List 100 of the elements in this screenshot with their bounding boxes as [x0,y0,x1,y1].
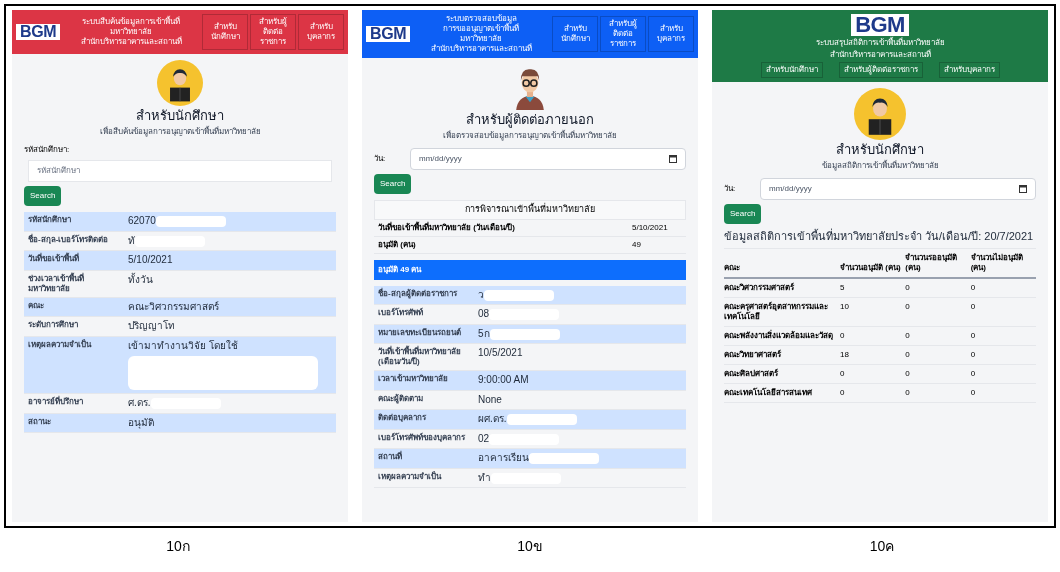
table-cell: 10 [840,298,906,327]
row-label: เวลาเข้ามหาวิทยาลัย [378,374,449,385]
row-label: วันที่ขอเข้าพื้นที่มหาวิทยาลัย (วัน/เดือน/ปี) [378,221,515,234]
field-label: วัน: [724,183,737,196]
nav-button[interactable]: สำหรับผู้ติดต่อราชการ [600,16,646,52]
row-value: อนุมัติ [128,416,154,430]
student-id-field[interactable]: รหัสนักศึกษา [28,160,332,183]
search-button[interactable]: Search [724,204,762,225]
row-label: วันที่เข้าพื้นที่มหาวิทยาลัย (เดือน/วัน/ปี) [378,347,462,368]
row-value: 5/10/2021 [632,221,669,234]
site-title: สำนักบริหารอาคารและสถานที่ [430,44,532,54]
nav-button[interactable]: สำหรับนักศึกษา [760,62,823,78]
table-cell: คณะศิลปศาสตร์ [724,365,840,384]
logo: BGM [851,14,909,36]
date-field[interactable]: mm/dd/yyyy [410,148,686,171]
table-cell: 0 [905,346,971,365]
row-value: 10/5/2021 [478,347,523,360]
page-heading: สำหรับนักศึกษา [836,142,924,159]
row-value: คณะวิศวกรรมศาสตร์ [128,300,219,314]
row-value: ทั้งวัน [128,273,153,287]
row-label: สถานที่ [378,452,403,463]
card-title: การพิจารณาเข้าพื้นที่มหาวิทยาลัย [374,200,686,220]
table-cell: 0 [905,365,971,384]
site-title: มหาวิทยาลัย [110,27,153,36]
nav-button[interactable]: สำหรับบุคลากร [298,14,344,50]
page-heading: สำหรับนักศึกษา [136,108,224,125]
table-cell: 18 [840,346,906,365]
figure-caption: 10ค [868,537,896,556]
row-label: อนุมัติ (คน) [378,238,416,251]
row-value: ผศ.ดร. [478,413,507,426]
row-label: เหตุผลความจำเป็น [378,471,443,482]
nav-button[interactable]: สำหรับนักศึกษา [552,16,598,52]
table-cell: 0 [970,346,1036,365]
site-title: ระบบสืบค้นข้อมูลการเข้าพื้นที่ [82,17,181,27]
table-cell: คณะพลังงานสิ่งแวดล้อมและวัสดุ [724,327,840,346]
site-title: สำนักบริหารอาคารและสถานที่ [829,50,931,60]
row-label: ชื่อ-สกุล-เบอร์โทรติดต่อ [28,234,110,245]
row-label: อาจารย์ที่ปรึกษา [28,397,84,408]
site-title: สำนักบริหารอาคารและสถานที่ [80,37,182,47]
row-value: 9:00:00 AM [478,374,529,387]
page-subheading: เพื่อสืบค้นข้อมูลการอนุญาตเข้าพื้นที่มหาวิทยาลัย [99,126,261,139]
page-heading: สำหรับผู้ติดต่อภายนอก [466,112,594,129]
nav-button[interactable]: สำหรับบุคลากร [648,16,694,52]
column-header: จำนวนรออนุมัติ (คน) [905,253,971,279]
site-title: ระบบตรวจสอบข้อมูล [445,14,517,24]
row-value: 08 [478,308,490,321]
table-cell: 0 [970,279,1036,298]
student-reading-icon [854,88,906,140]
row-value: 62070 [128,215,156,228]
nav-button[interactable]: สำหรับบุคลากร [938,62,1000,78]
column-header: จำนวนไม่อนุมัติ (คน) [970,253,1036,279]
row-value: อาคารเรียน [478,452,529,465]
table-cell: 0 [905,384,971,403]
row-label: คณะ [28,300,45,311]
row-label: เบอร์โทรศัพท์ของบุคลากร [378,432,466,443]
row-label: เบอร์โทรศัพท์ [378,308,424,319]
row-label: ติดต่อบุคลากร [378,413,427,424]
figure-caption: 10ข [516,537,544,556]
stats-heading: ข้อมูลสถิติการเข้าพื้นที่มหาวิทยาลัยประจำ วัน/เดือน/ปี: 20/7/2021 [724,230,1036,249]
logo: BGM [366,26,411,42]
row-label: หมายเลขทะเบียนรถยนต์ [378,327,462,338]
page-subheading: เพื่อตรวจสอบข้อมูลการอนุญาตเข้าพื้นที่มหาวิทยาลัย [443,130,617,143]
table-cell: 5 [840,279,906,298]
nav-button[interactable]: สำหรับผู้ติดต่อราชการ [250,14,296,50]
table-cell: คณะวิทยาศาสตร์ [724,346,840,365]
table-cell: คณะวิศวกรรมศาสตร์ [724,279,840,298]
student-reading-icon [157,60,203,106]
calendar-icon [1019,185,1027,194]
nav-button[interactable]: สำหรับผู้ติดต่อราชการ [838,62,923,78]
row-label: คณะผู้ติดตาม [378,393,424,404]
page-subheading: ข้อมูลสถิติการเข้าพื้นที่มหาวิทยาลัย [821,160,939,173]
row-value: 5/10/2021 [128,254,173,267]
column-header: คณะ [724,263,840,279]
row-value: เข้ามาทำงานวิจัย โดยใช้ [128,339,238,353]
table-cell: 0 [970,365,1036,384]
row-value: ว [478,288,484,302]
date-field[interactable]: mm/dd/yyyy [760,178,1036,201]
row-value: 02 [478,432,490,446]
row-value: None [478,393,502,407]
search-button[interactable]: Search [374,174,412,195]
row-value: 5ก [478,327,490,341]
logo: BGM [16,24,61,40]
row-value: 49 [632,238,642,251]
table-cell: 0 [905,279,971,298]
site-title: การขออนุญาตเข้าพื้นที่ [443,24,520,34]
row-label: ระดับการศึกษา [28,320,79,331]
table-cell: 0 [905,327,971,346]
row-label: รหัสนักศึกษา [28,215,72,226]
table-cell: 0 [970,327,1036,346]
nav-button[interactable]: สำหรับนักศึกษา [202,14,248,50]
column-header: จำนวนอนุมัติ (คน) [840,263,906,279]
site-title: ระบบสรุปสถิติการเข้าพื้นที่มหาวิทยาลัย [815,38,945,48]
row-value: ศ.ดร. [128,397,151,410]
approved-banner: อนุมัติ 49 คน [374,259,686,280]
table-cell: 0 [970,384,1036,403]
table-cell: 0 [905,298,971,327]
row-label: สถานะ [28,416,52,427]
table-cell: 0 [840,384,906,403]
row-value: ปริญญาโท [128,320,175,333]
search-button[interactable]: Search [24,186,62,207]
